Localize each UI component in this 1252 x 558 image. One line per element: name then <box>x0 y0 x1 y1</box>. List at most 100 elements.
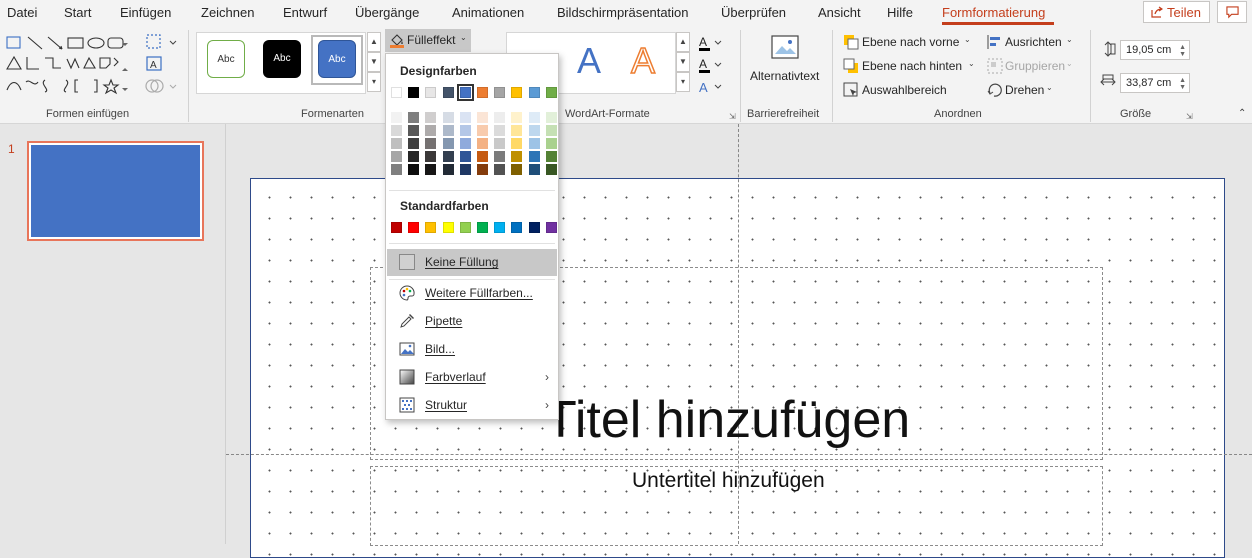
merge-shapes-button[interactable] <box>144 76 180 96</box>
bring-forward-button[interactable]: Ebene nach vorne ⌄ <box>840 32 976 52</box>
design-color-swatch[interactable] <box>408 87 419 98</box>
collapse-ribbon-icon[interactable]: ⌃ <box>1238 108 1246 119</box>
shade-swatch[interactable] <box>408 151 419 162</box>
shade-swatch[interactable] <box>546 125 557 136</box>
tab-entwurf[interactable]: Entwurf <box>283 5 327 20</box>
shade-swatch[interactable] <box>477 138 488 149</box>
shade-swatch[interactable] <box>460 151 471 162</box>
alt-text-button[interactable]: Alternativtext <box>748 32 824 98</box>
gallery-scroll-up[interactable]: ▲ <box>367 32 381 52</box>
standard-color-swatch[interactable] <box>391 222 402 233</box>
shade-swatch[interactable] <box>408 164 419 175</box>
spin-down-icon[interactable]: ▼ <box>1179 51 1186 58</box>
shade-swatch[interactable] <box>494 125 505 136</box>
shade-swatch[interactable] <box>511 125 522 136</box>
more-fill-colors-item[interactable]: Weitere Füllfarben... <box>387 280 557 307</box>
spin-up-icon[interactable]: ▲ <box>1179 77 1186 84</box>
shade-swatch[interactable] <box>529 151 540 162</box>
spin-up-icon[interactable]: ▲ <box>1179 44 1186 51</box>
standard-color-swatch[interactable] <box>546 222 557 233</box>
shade-swatch[interactable] <box>391 138 402 149</box>
gallery-scroll-down[interactable]: ▼ <box>367 52 381 72</box>
shade-swatch[interactable] <box>494 164 505 175</box>
standard-color-swatch[interactable] <box>511 222 522 233</box>
shade-swatch[interactable] <box>443 138 454 149</box>
standard-color-swatch[interactable] <box>460 222 471 233</box>
tab-animationen[interactable]: Animationen <box>452 5 524 20</box>
shade-swatch[interactable] <box>460 112 471 123</box>
standard-color-swatch[interactable] <box>494 222 505 233</box>
design-color-swatch[interactable] <box>546 87 557 98</box>
tab-hilfe[interactable]: Hilfe <box>887 5 913 20</box>
wordart-scroll-down[interactable]: ▼ <box>676 52 690 72</box>
shade-swatch[interactable] <box>443 112 454 123</box>
shade-swatch[interactable] <box>425 151 436 162</box>
wordart-more[interactable]: ▾ <box>676 72 690 92</box>
shade-swatch[interactable] <box>460 125 471 136</box>
rotate-button[interactable]: Drehen ⌄ <box>984 80 1064 100</box>
slide-thumbnail[interactable] <box>27 141 204 241</box>
shade-swatch[interactable] <box>511 151 522 162</box>
shade-swatch[interactable] <box>511 164 522 175</box>
design-color-swatch[interactable] <box>529 87 540 98</box>
shade-swatch[interactable] <box>477 151 488 162</box>
width-input[interactable]: 33,87 cm ▲ ▼ <box>1120 73 1190 93</box>
group-button[interactable]: Gruppieren ⌄ <box>984 56 1076 76</box>
tab-datei[interactable]: Datei <box>7 5 37 20</box>
shade-swatch[interactable] <box>391 164 402 175</box>
standard-color-swatch[interactable] <box>529 222 540 233</box>
design-color-swatch[interactable] <box>511 87 522 98</box>
height-input[interactable]: 19,05 cm ▲ ▼ <box>1120 40 1190 60</box>
gradient-item[interactable]: Farbverlauf › <box>387 364 557 391</box>
shade-swatch[interactable] <box>546 138 557 149</box>
wordart-orange-a[interactable]: A <box>630 39 656 82</box>
eyedropper-item[interactable]: Pipette <box>387 308 557 335</box>
shade-swatch[interactable] <box>408 112 419 123</box>
standard-color-swatch[interactable] <box>443 222 454 233</box>
standard-color-swatch[interactable] <box>477 222 488 233</box>
shade-swatch[interactable] <box>494 112 505 123</box>
shapes-gallery[interactable] <box>4 32 128 98</box>
text-fill-button[interactable]: A <box>697 34 723 52</box>
shade-swatch[interactable] <box>425 138 436 149</box>
tab-formformatierung[interactable]: Formformatierung <box>942 5 1045 20</box>
shade-swatch[interactable] <box>494 138 505 149</box>
shade-swatch[interactable] <box>443 164 454 175</box>
shade-swatch[interactable] <box>511 138 522 149</box>
edit-shape-button[interactable] <box>144 32 180 52</box>
design-color-swatch[interactable] <box>457 84 474 101</box>
shade-swatch[interactable] <box>511 112 522 123</box>
tab-zeichnen[interactable]: Zeichnen <box>201 5 254 20</box>
wordart-scroll-up[interactable]: ▲ <box>676 32 690 52</box>
textbox-button[interactable]: A <box>144 54 166 74</box>
shape-style-blue[interactable]: Abc <box>318 40 356 78</box>
shade-swatch[interactable] <box>443 125 454 136</box>
no-fill-item[interactable]: Keine Füllung <box>387 249 557 276</box>
comments-button[interactable] <box>1217 1 1247 23</box>
shade-swatch[interactable] <box>408 125 419 136</box>
shade-swatch[interactable] <box>477 112 488 123</box>
shade-swatch[interactable] <box>391 125 402 136</box>
shade-swatch[interactable] <box>425 164 436 175</box>
wordart-blue-a[interactable]: A <box>577 40 601 82</box>
shade-swatch[interactable] <box>477 125 488 136</box>
shade-swatch[interactable] <box>546 164 557 175</box>
standard-color-swatch[interactable] <box>425 222 436 233</box>
shade-swatch[interactable] <box>529 164 540 175</box>
shade-swatch[interactable] <box>546 112 557 123</box>
design-color-swatch[interactable] <box>494 87 505 98</box>
shade-swatch[interactable] <box>443 151 454 162</box>
shade-swatch[interactable] <box>460 164 471 175</box>
tab-uebergaenge[interactable]: Übergänge <box>355 5 419 20</box>
shape-style-outline-green[interactable]: Abc <box>207 40 245 78</box>
spin-down-icon[interactable]: ▼ <box>1179 84 1186 91</box>
shade-swatch[interactable] <box>529 138 540 149</box>
picture-item[interactable]: Bild... <box>387 336 557 363</box>
design-color-swatch[interactable] <box>443 87 454 98</box>
shade-swatch[interactable] <box>425 112 436 123</box>
shade-swatch[interactable] <box>425 125 436 136</box>
design-color-swatch[interactable] <box>425 87 436 98</box>
design-color-swatch[interactable] <box>391 87 402 98</box>
shade-swatch[interactable] <box>391 112 402 123</box>
tab-ueberpruefen[interactable]: Überprüfen <box>721 5 786 20</box>
